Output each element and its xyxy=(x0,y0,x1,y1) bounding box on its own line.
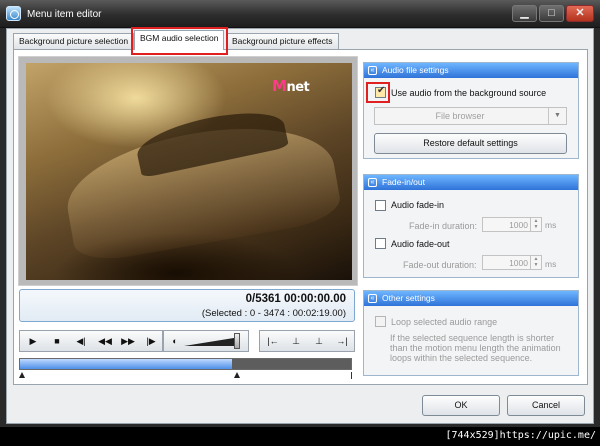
previous-frame-icon[interactable]: ◀| xyxy=(70,333,92,350)
rewind-icon[interactable]: ◀◀ xyxy=(94,333,116,350)
fade-out-unit: ms xyxy=(545,259,557,269)
fade-settings-header[interactable]: « Fade-in/out xyxy=(364,175,578,190)
timeline-slider[interactable] xyxy=(19,358,352,370)
mark-out-icon[interactable]: ⊥ xyxy=(308,333,330,350)
timeline-end-mark xyxy=(351,372,352,379)
volume-icon: ◐ xyxy=(172,336,178,346)
window-title: Menu item editor xyxy=(27,9,102,20)
tab-background-picture-selection[interactable]: Background picture selection xyxy=(13,33,135,49)
title-bar[interactable]: Menu item editor ▁ □ ✕ xyxy=(0,0,600,28)
collapse-icon[interactable]: « xyxy=(368,66,377,75)
tab-highlight-annotation xyxy=(131,27,228,55)
close-button[interactable]: ✕ xyxy=(566,5,594,22)
loop-note-line-2: than the motion menu length the animatio… xyxy=(390,343,561,353)
fade-out-duration-spinner[interactable]: 1000 ▲ ▼ xyxy=(482,255,542,270)
fast-forward-icon[interactable]: ▶▶ xyxy=(117,333,139,350)
dropdown-arrow-icon[interactable]: ▼ xyxy=(548,108,566,124)
next-frame-icon[interactable]: |▶ xyxy=(140,333,162,350)
collapse-icon[interactable]: « xyxy=(368,178,377,187)
fade-in-duration-label: Fade-in duration: xyxy=(409,221,478,231)
loop-note-line-3: loops within the selected sequence. xyxy=(390,353,533,363)
minimize-button[interactable]: ▁ xyxy=(512,5,537,22)
audio-fade-in-checkbox[interactable] xyxy=(375,200,386,211)
file-browser-combo[interactable]: File browser ▼ xyxy=(374,107,567,125)
tab-background-picture-effects[interactable]: Background picture effects xyxy=(226,33,339,49)
loop-note-line-1: If the selected sequence length is short… xyxy=(390,333,555,343)
spinner-arrows-icon[interactable]: ▲ ▼ xyxy=(530,256,541,269)
menu-item-editor-window: Menu item editor ▁ □ ✕ Background pictur… xyxy=(0,0,600,446)
spinner-arrows-icon[interactable]: ▲ ▼ xyxy=(530,218,541,231)
audio-fade-in-label: Audio fade-in xyxy=(391,200,445,210)
ok-button[interactable]: OK xyxy=(422,395,500,416)
volume-slider-handle[interactable] xyxy=(234,333,240,349)
maximize-button[interactable]: □ xyxy=(539,5,564,22)
other-settings-header[interactable]: « Other settings xyxy=(364,291,578,306)
go-to-end-icon[interactable]: →| xyxy=(331,333,353,350)
start-marker-icon[interactable] xyxy=(19,372,25,378)
time-display: 0/5361 00:00:00.00 (Selected : 0 - 3474 … xyxy=(19,289,355,322)
loop-audio-label: Loop selected audio range xyxy=(391,317,498,327)
fade-in-duration-spinner[interactable]: 1000 ▲ ▼ xyxy=(482,217,542,232)
selection-readout: (Selected : 0 - 3474 : 00:02:19.00) xyxy=(201,308,346,319)
watermark: [744x529]https://upic.me/ xyxy=(445,430,596,441)
app-icon xyxy=(6,6,21,21)
fade-in-unit: ms xyxy=(545,220,557,230)
audio-fade-out-label: Audio fade-out xyxy=(391,239,450,249)
go-to-start-icon[interactable]: |← xyxy=(262,333,284,350)
fade-out-duration-label: Fade-out duration: xyxy=(403,260,477,270)
restore-default-settings-button[interactable]: Restore default settings xyxy=(374,133,567,154)
selected-range-bar xyxy=(20,359,232,369)
cancel-button[interactable]: Cancel xyxy=(507,395,585,416)
stop-icon[interactable]: ■ xyxy=(46,333,68,350)
volume-slider-track[interactable] xyxy=(184,337,240,347)
use-background-audio-label: Use audio from the background source xyxy=(391,88,547,98)
loop-audio-checkbox[interactable] xyxy=(375,316,386,327)
checkbox-highlight-annotation xyxy=(366,82,390,103)
end-marker-icon[interactable] xyxy=(234,372,240,378)
collapse-icon[interactable]: « xyxy=(368,294,377,303)
transport-controls: ▶ ■ ◀| ◀◀ ▶▶ |▶ xyxy=(19,330,163,352)
mnet-logo: Mnet xyxy=(272,77,310,95)
mark-in-icon[interactable]: ⊥ xyxy=(285,333,307,350)
audio-file-settings-header[interactable]: « Audio file settings xyxy=(364,63,578,78)
play-icon[interactable]: ▶ xyxy=(22,333,44,350)
video-preview: Mnet xyxy=(26,63,352,280)
frame-time-readout: 0/5361 00:00:00.00 xyxy=(245,293,346,305)
range-controls: |← ⊥ ⊥ →| xyxy=(259,330,355,352)
audio-fade-out-checkbox[interactable] xyxy=(375,238,386,249)
